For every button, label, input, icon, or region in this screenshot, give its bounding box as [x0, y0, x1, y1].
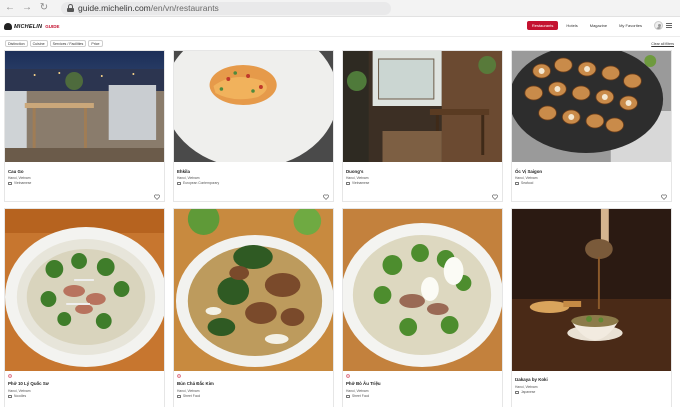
michelin-logo[interactable]: MICHELIN GUIDE: [4, 23, 59, 30]
restaurant-location: Hanoi, Vietnam: [8, 176, 31, 180]
restaurant-photo[interactable]: [5, 51, 164, 162]
lock-icon: [67, 4, 74, 12]
restaurant-name[interactable]: Phở Bò Âu Triệu: [346, 381, 381, 386]
site-header: MICHELIN GUIDE Restaurants Hotels Magazi…: [0, 17, 680, 37]
filter-bar: Distinction Cuisine Services / Facilitie…: [0, 38, 680, 49]
address-bar[interactable]: guide.michelin.com/en/vn/restaurants: [61, 1, 391, 15]
restaurant-card[interactable]: Ehkila Hanoi, Vietnam European Contempor…: [173, 50, 334, 202]
heart-icon[interactable]: [492, 194, 498, 200]
restaurant-photo[interactable]: [174, 51, 333, 162]
cuisine-icon: [8, 181, 12, 185]
restaurant-cuisine: Street Food: [177, 394, 200, 398]
restaurant-location: Hanoi, Vietnam: [177, 389, 200, 393]
restaurant-name[interactable]: Ốc Vị Saigon: [515, 169, 542, 174]
restaurant-cuisine: Vietnamese: [346, 181, 369, 185]
hamburger-menu-icon[interactable]: [666, 23, 672, 28]
restaurant-photo[interactable]: [343, 209, 502, 371]
cuisine-icon: [515, 390, 519, 394]
restaurant-name[interactable]: Duong's: [346, 169, 363, 174]
hotels-nav-link[interactable]: Hotels: [566, 23, 577, 28]
restaurant-name[interactable]: Izakaya by Koki: [515, 377, 548, 382]
forward-arrow-icon[interactable]: →: [20, 1, 34, 15]
restaurant-cuisine: Noodles: [8, 394, 26, 398]
restaurant-photo[interactable]: [512, 209, 671, 371]
restaurant-name[interactable]: Phở 10 Lý Quốc Sư: [8, 381, 49, 386]
restaurant-location: Hanoi, Vietnam: [346, 176, 369, 180]
filter-chip-distinction[interactable]: Distinction: [5, 40, 28, 47]
clear-filters-link[interactable]: Clear all filters: [651, 42, 674, 46]
restaurant-cuisine: European Contemporary: [177, 181, 219, 185]
cuisine-icon: [515, 181, 519, 185]
restaurant-cuisine: Vietnamese: [8, 181, 31, 185]
restaurant-photo[interactable]: [512, 51, 671, 162]
cuisine-icon: [177, 394, 181, 398]
heart-icon[interactable]: [154, 194, 160, 200]
favorites-nav-link[interactable]: My Favorites: [619, 23, 642, 28]
restaurant-photo[interactable]: [5, 209, 164, 371]
browser-toolbar: ← → ↻ guide.michelin.com/en/vn/restauran…: [0, 0, 680, 17]
restaurants-nav-button[interactable]: Restaurants: [526, 21, 559, 30]
restaurant-card[interactable]: Izakaya by Koki Hanoi, Vietnam Japanese: [511, 208, 672, 407]
restaurant-name[interactable]: Cau Go: [8, 169, 24, 174]
street-food-award-icon: [346, 374, 350, 378]
restaurant-card[interactable]: Phở Bò Âu Triệu Hanoi, Vietnam Street Fo…: [342, 208, 503, 407]
magazine-nav-link[interactable]: Magazine: [590, 23, 607, 28]
restaurant-location: Hanoi, Vietnam: [515, 176, 538, 180]
reload-icon[interactable]: ↻: [37, 1, 51, 15]
back-arrow-icon[interactable]: ←: [3, 1, 17, 15]
heart-icon[interactable]: [661, 194, 667, 200]
restaurant-card[interactable]: Ốc Vị Saigon Hanoi, Vietnam Seafood: [511, 50, 672, 202]
street-food-award-icon: [8, 374, 12, 378]
restaurant-name[interactable]: Bún Chả Đắc Kim: [177, 381, 214, 386]
street-food-award-icon: [177, 374, 181, 378]
cuisine-icon: [346, 181, 350, 185]
restaurant-name[interactable]: Ehkila: [177, 169, 190, 174]
filter-chip-services[interactable]: Services / Facilities: [49, 40, 87, 47]
cuisine-icon: [8, 394, 12, 398]
url-text: guide.michelin.com/en/vn/restaurants: [78, 3, 219, 13]
restaurant-card[interactable]: Duong's Hanoi, Vietnam Vietnamese: [342, 50, 503, 202]
filter-chip-price[interactable]: Price: [88, 40, 103, 47]
bibendum-icon: [4, 23, 12, 30]
restaurant-location: Hanoi, Vietnam: [515, 385, 538, 389]
restaurant-cuisine: Japanese: [515, 390, 535, 394]
heart-icon[interactable]: [323, 194, 329, 200]
restaurant-location: Hanoi, Vietnam: [177, 176, 200, 180]
restaurant-photo[interactable]: [343, 51, 502, 162]
restaurant-cuisine: Street Food: [346, 394, 369, 398]
filter-chip-cuisine[interactable]: Cuisine: [29, 40, 48, 47]
cuisine-icon: [346, 394, 350, 398]
restaurant-location: Hanoi, Vietnam: [346, 389, 369, 393]
restaurant-card[interactable]: Bún Chả Đắc Kim Hanoi, Vietnam Street Fo…: [173, 208, 334, 407]
restaurant-card[interactable]: Phở 10 Lý Quốc Sư Hanoi, Vietnam Noodles: [4, 208, 165, 407]
user-avatar-icon[interactable]: [654, 21, 663, 30]
cuisine-icon: [177, 181, 181, 185]
restaurant-photo[interactable]: [174, 209, 333, 371]
restaurant-card[interactable]: Cau Go Hanoi, Vietnam Vietnamese: [4, 50, 165, 202]
page: ← → ↻ guide.michelin.com/en/vn/restauran…: [0, 0, 680, 407]
restaurant-location: Hanoi, Vietnam: [8, 389, 31, 393]
restaurant-cuisine: Seafood: [515, 181, 533, 185]
